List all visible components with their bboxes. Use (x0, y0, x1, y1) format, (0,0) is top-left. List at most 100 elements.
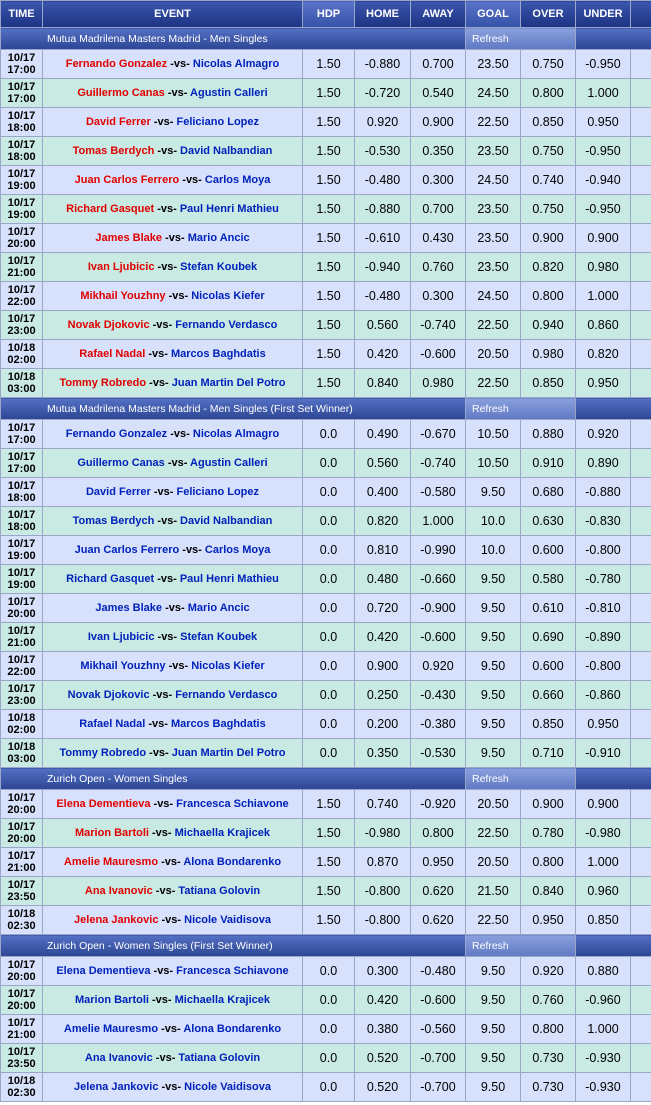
over-cell[interactable]: 0.610 (520, 593, 576, 623)
away-cell[interactable]: 0.760 (410, 252, 466, 282)
away-cell[interactable]: 0.980 (410, 368, 466, 398)
under-cell[interactable]: 1.000 (575, 78, 631, 108)
away-cell[interactable]: 0.300 (410, 281, 466, 311)
home-cell[interactable]: 0.840 (354, 368, 411, 398)
away-cell[interactable]: -0.560 (410, 1014, 466, 1044)
away-cell[interactable]: 0.620 (410, 905, 466, 935)
over-cell[interactable]: 0.850 (520, 368, 576, 398)
under-cell[interactable]: 0.900 (575, 789, 631, 819)
over-cell[interactable]: 0.600 (520, 535, 576, 565)
under-cell[interactable]: -0.910 (575, 738, 631, 768)
away-cell[interactable]: 0.800 (410, 818, 466, 848)
home-cell[interactable]: 0.520 (354, 1043, 411, 1073)
home-cell[interactable]: 0.740 (354, 789, 411, 819)
home-cell[interactable]: -0.720 (354, 78, 411, 108)
home-cell[interactable]: 0.560 (354, 448, 411, 478)
home-cell[interactable]: -0.480 (354, 165, 411, 195)
home-cell[interactable]: -0.800 (354, 876, 411, 906)
away-cell[interactable]: -0.670 (410, 419, 466, 449)
home-cell[interactable]: 0.870 (354, 847, 411, 877)
over-cell[interactable]: 0.750 (520, 136, 576, 166)
refresh-button[interactable]: Refresh (465, 27, 576, 50)
away-cell[interactable]: -0.600 (410, 985, 466, 1015)
over-cell[interactable]: 0.840 (520, 876, 576, 906)
home-cell[interactable]: 0.200 (354, 709, 411, 739)
under-cell[interactable]: 0.880 (575, 956, 631, 986)
over-cell[interactable]: 0.630 (520, 506, 576, 536)
over-cell[interactable]: 0.920 (520, 956, 576, 986)
home-cell[interactable]: 0.400 (354, 477, 411, 507)
away-cell[interactable]: 0.300 (410, 165, 466, 195)
away-cell[interactable]: -0.990 (410, 535, 466, 565)
under-cell[interactable]: 0.850 (575, 905, 631, 935)
home-cell[interactable]: 0.420 (354, 339, 411, 369)
under-cell[interactable]: -0.810 (575, 593, 631, 623)
home-cell[interactable]: -0.610 (354, 223, 411, 253)
over-cell[interactable]: 0.820 (520, 252, 576, 282)
away-cell[interactable]: -0.600 (410, 339, 466, 369)
under-cell[interactable]: 1.000 (575, 847, 631, 877)
over-cell[interactable]: 0.710 (520, 738, 576, 768)
away-cell[interactable]: -0.900 (410, 593, 466, 623)
under-cell[interactable]: 1.000 (575, 1014, 631, 1044)
under-cell[interactable]: 0.860 (575, 310, 631, 340)
over-cell[interactable]: 0.800 (520, 1014, 576, 1044)
under-cell[interactable]: 0.920 (575, 419, 631, 449)
away-cell[interactable]: 0.900 (410, 107, 466, 137)
away-cell[interactable]: -0.920 (410, 789, 466, 819)
away-cell[interactable]: -0.740 (410, 448, 466, 478)
under-cell[interactable]: 0.890 (575, 448, 631, 478)
under-cell[interactable]: -0.930 (575, 1043, 631, 1073)
home-cell[interactable]: 0.250 (354, 680, 411, 710)
refresh-button[interactable]: Refresh (465, 767, 576, 790)
away-cell[interactable]: -0.530 (410, 738, 466, 768)
under-cell[interactable]: -0.880 (575, 477, 631, 507)
over-cell[interactable]: 0.980 (520, 339, 576, 369)
home-cell[interactable]: 0.810 (354, 535, 411, 565)
home-cell[interactable]: -0.800 (354, 905, 411, 935)
under-cell[interactable]: -0.950 (575, 49, 631, 79)
away-cell[interactable]: 0.700 (410, 194, 466, 224)
over-cell[interactable]: 0.690 (520, 622, 576, 652)
home-cell[interactable]: 0.820 (354, 506, 411, 536)
away-cell[interactable]: 0.350 (410, 136, 466, 166)
home-cell[interactable]: 0.900 (354, 651, 411, 681)
away-cell[interactable]: -0.740 (410, 310, 466, 340)
home-cell[interactable]: 0.920 (354, 107, 411, 137)
home-cell[interactable]: 0.420 (354, 622, 411, 652)
over-cell[interactable]: 0.750 (520, 49, 576, 79)
under-cell[interactable]: -0.780 (575, 564, 631, 594)
over-cell[interactable]: 0.750 (520, 194, 576, 224)
over-cell[interactable]: 0.800 (520, 847, 576, 877)
away-cell[interactable]: -0.600 (410, 622, 466, 652)
over-cell[interactable]: 0.580 (520, 564, 576, 594)
home-cell[interactable]: 0.490 (354, 419, 411, 449)
away-cell[interactable]: 0.620 (410, 876, 466, 906)
away-cell[interactable]: -0.700 (410, 1072, 466, 1102)
home-cell[interactable]: -0.480 (354, 281, 411, 311)
home-cell[interactable]: 0.380 (354, 1014, 411, 1044)
home-cell[interactable]: 0.350 (354, 738, 411, 768)
home-cell[interactable]: 0.520 (354, 1072, 411, 1102)
under-cell[interactable]: -0.890 (575, 622, 631, 652)
away-cell[interactable]: 0.920 (410, 651, 466, 681)
away-cell[interactable]: -0.700 (410, 1043, 466, 1073)
under-cell[interactable]: -0.800 (575, 535, 631, 565)
over-cell[interactable]: 0.800 (520, 281, 576, 311)
over-cell[interactable]: 0.730 (520, 1072, 576, 1102)
away-cell[interactable]: -0.480 (410, 956, 466, 986)
over-cell[interactable]: 0.740 (520, 165, 576, 195)
home-cell[interactable]: 0.560 (354, 310, 411, 340)
under-cell[interactable]: -0.960 (575, 985, 631, 1015)
refresh-button[interactable]: Refresh (465, 397, 576, 420)
home-cell[interactable]: 0.300 (354, 956, 411, 986)
home-cell[interactable]: -0.940 (354, 252, 411, 282)
over-cell[interactable]: 0.850 (520, 107, 576, 137)
away-cell[interactable]: 0.540 (410, 78, 466, 108)
over-cell[interactable]: 0.730 (520, 1043, 576, 1073)
home-cell[interactable]: -0.880 (354, 194, 411, 224)
away-cell[interactable]: 0.700 (410, 49, 466, 79)
home-cell[interactable]: 0.480 (354, 564, 411, 594)
home-cell[interactable]: -0.880 (354, 49, 411, 79)
home-cell[interactable]: -0.980 (354, 818, 411, 848)
